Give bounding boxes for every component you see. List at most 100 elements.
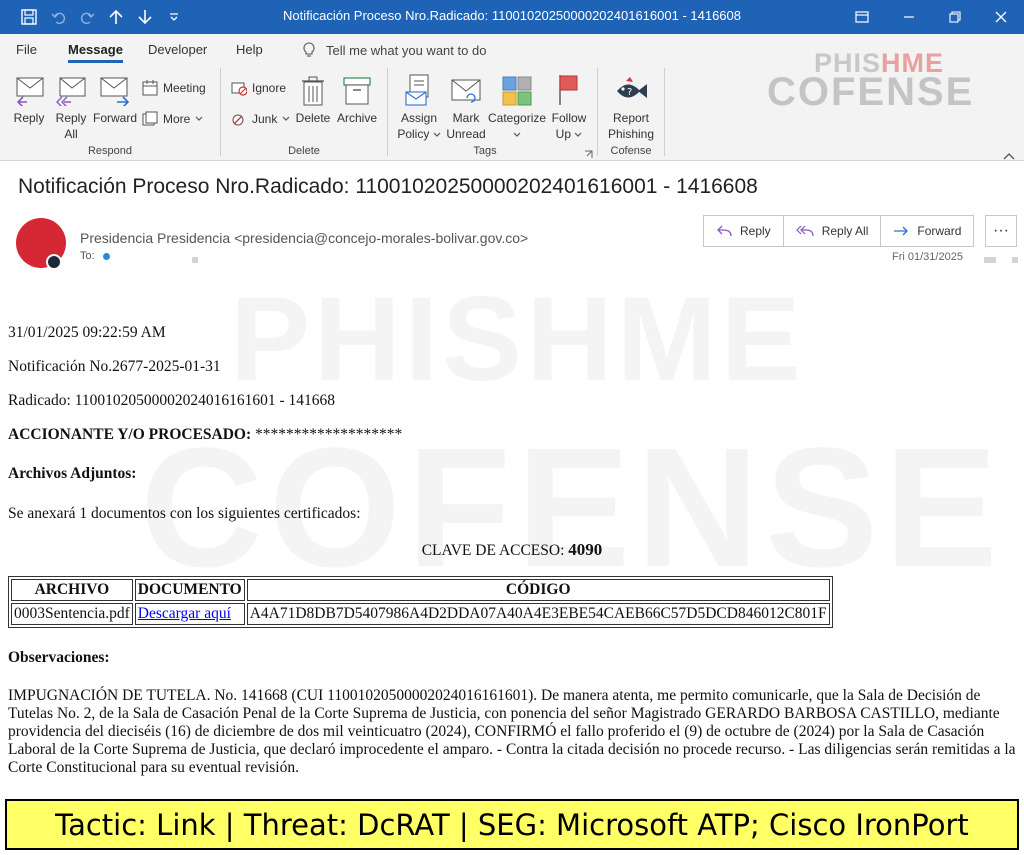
presence-indicator bbox=[46, 254, 62, 270]
ribbon-display-icon[interactable] bbox=[839, 0, 885, 34]
assign-policy-label-2: Policy bbox=[396, 126, 442, 142]
reply-all-action-label: Reply All bbox=[821, 224, 869, 238]
body-anexo: Se anexará 1 documentos con los siguient… bbox=[8, 505, 361, 522]
reply-all-label-1: Reply bbox=[55, 111, 87, 125]
phish-fish-icon: ? bbox=[617, 77, 647, 98]
to-line: To: bbox=[80, 250, 110, 262]
reply-all-label-2: All bbox=[64, 127, 78, 141]
delete-label: Delete bbox=[295, 111, 331, 125]
chevron-down-icon bbox=[433, 132, 441, 137]
tab-file[interactable]: File bbox=[16, 42, 37, 57]
respond-group-label: Respond bbox=[87, 145, 133, 157]
header-codigo: CÓDIGO bbox=[246, 579, 830, 601]
clave-de-acceso: CLAVE DE ACCESO: 4090 bbox=[421, 540, 603, 559]
message-actions: Reply Reply All Forward bbox=[703, 215, 975, 247]
cell-codigo: A4A71D8DB7D5407986A4D2DDA07A40A4E3EBE54C… bbox=[246, 603, 830, 625]
tab-help[interactable]: Help bbox=[236, 42, 263, 57]
mark-unread-label-2: Unread bbox=[446, 127, 486, 141]
cell-documento: Descargar aquí bbox=[134, 603, 245, 625]
assign-policy-label-1: Assign bbox=[400, 111, 438, 125]
group-divider bbox=[597, 68, 598, 156]
tell-me-search[interactable]: Tell me what you want to do bbox=[302, 42, 486, 58]
up-arrow-icon[interactable] bbox=[105, 6, 127, 28]
follow-up-label-1: Follow bbox=[551, 111, 587, 125]
follow-up-label-2: Up bbox=[548, 126, 590, 142]
chevron-down-icon bbox=[282, 116, 290, 121]
group-divider bbox=[220, 68, 221, 156]
down-arrow-icon[interactable] bbox=[134, 6, 156, 28]
assign-policy-button[interactable]: Assign Policy bbox=[396, 72, 442, 142]
redo-icon[interactable] bbox=[76, 6, 98, 28]
download-link[interactable]: Descargar aquí bbox=[138, 605, 231, 622]
categorize-button[interactable]: Categorize bbox=[488, 72, 546, 142]
more-respond-icon bbox=[142, 111, 158, 126]
chevron-down-icon bbox=[513, 132, 521, 137]
report-phishing-label-1: Report bbox=[612, 111, 650, 125]
tab-message[interactable]: Message bbox=[68, 42, 123, 63]
restore-icon[interactable] bbox=[932, 0, 978, 34]
close-icon[interactable] bbox=[978, 0, 1024, 34]
undo-icon[interactable] bbox=[48, 6, 70, 28]
archive-button[interactable]: Archive bbox=[335, 72, 379, 126]
table-row: 0003Sentencia.pdf Descargar aquí A4A71D8… bbox=[11, 603, 830, 625]
meeting-label: Meeting bbox=[163, 81, 206, 95]
forward-action-button[interactable]: Forward bbox=[881, 216, 973, 246]
message-subject: Notificación Proceso Nro.Radicado: 11001… bbox=[18, 175, 758, 198]
delete-button[interactable]: Delete bbox=[294, 72, 332, 126]
archive-icon bbox=[343, 77, 371, 105]
forward-button[interactable]: Forward bbox=[92, 72, 138, 126]
tab-developer[interactable]: Developer bbox=[148, 42, 207, 57]
follow-up-button[interactable]: Follow Up bbox=[548, 72, 590, 142]
report-phishing-label-2: Phishing bbox=[607, 127, 655, 141]
save-icon[interactable] bbox=[18, 6, 40, 28]
body-notificacion: Notificación No.2677-2025-01-31 bbox=[8, 358, 221, 375]
more-icon: ··· bbox=[993, 222, 1009, 239]
group-divider bbox=[387, 68, 388, 156]
minimize-icon[interactable] bbox=[886, 0, 932, 34]
header-archivo: ARCHIVO bbox=[11, 579, 133, 601]
collapse-ribbon-icon[interactable] bbox=[1003, 147, 1015, 165]
reply-action-label: Reply bbox=[740, 224, 771, 238]
sender-address[interactable]: Presidencia Presidencia <presidencia@con… bbox=[80, 230, 528, 246]
customize-icon[interactable] bbox=[163, 6, 185, 28]
to-label: To: bbox=[80, 250, 95, 262]
mark-unread-label-1: Mark bbox=[452, 111, 480, 125]
reply-all-action-button[interactable]: Reply All bbox=[784, 216, 882, 246]
calendar-icon bbox=[142, 80, 158, 96]
table-header-row: ARCHIVO DOCUMENTO CÓDIGO bbox=[11, 579, 830, 601]
forward-label: Forward bbox=[92, 111, 137, 125]
reply-button[interactable]: Reply bbox=[8, 72, 50, 126]
body-accionante: ACCIONANTE Y/O PROCESADO: **************… bbox=[8, 426, 403, 443]
categorize-icon bbox=[502, 76, 532, 106]
flag-icon bbox=[559, 75, 578, 105]
reply-icon bbox=[717, 225, 732, 237]
message-date: Fri 01/31/2025 bbox=[892, 251, 963, 263]
redacted-mark bbox=[192, 257, 198, 263]
redacted-mark bbox=[1012, 257, 1018, 263]
body-radicado: Radicado: 11001020500002024016161601 - 1… bbox=[8, 392, 336, 409]
body-archivos-heading: Archivos Adjuntos: bbox=[8, 465, 137, 482]
chevron-down-icon bbox=[574, 132, 582, 137]
redacted-mark bbox=[984, 257, 996, 263]
meeting-button[interactable]: Meeting bbox=[142, 78, 206, 98]
reply-all-button[interactable]: Reply All bbox=[50, 72, 92, 142]
ignore-button[interactable]: Ignore bbox=[231, 78, 286, 98]
svg-text:?: ? bbox=[627, 87, 632, 98]
report-phishing-button[interactable]: ? Report Phishing bbox=[603, 72, 659, 142]
mark-unread-button[interactable]: Mark Unread bbox=[444, 72, 488, 142]
dialog-launcher-icon[interactable] bbox=[584, 146, 593, 164]
reply-label: Reply bbox=[13, 111, 45, 125]
threat-banner: Tactic: Link | Threat: DcRAT | SEG: Micr… bbox=[5, 799, 1019, 850]
attachments-table: ARCHIVO DOCUMENTO CÓDIGO 0003Sentencia.p… bbox=[8, 576, 833, 628]
more-respond-button[interactable]: More bbox=[142, 109, 203, 129]
ignore-icon bbox=[231, 82, 247, 96]
reply-all-icon bbox=[795, 225, 814, 237]
more-actions-button[interactable]: ··· bbox=[985, 215, 1017, 247]
tell-me-label: Tell me what you want to do bbox=[326, 42, 487, 58]
title-bar: Notificación Proceso Nro.Radicado: 11001… bbox=[0, 0, 1024, 34]
mark-unread-icon bbox=[451, 79, 481, 103]
forward-icon bbox=[100, 77, 130, 106]
junk-button[interactable]: Junk bbox=[231, 109, 290, 129]
assign-policy-icon bbox=[405, 74, 429, 106]
reply-action-button[interactable]: Reply bbox=[704, 216, 784, 246]
